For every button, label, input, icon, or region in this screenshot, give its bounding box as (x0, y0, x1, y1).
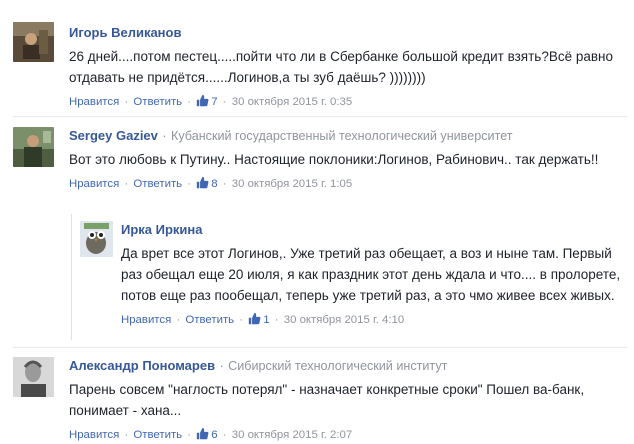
like-button[interactable]: Нравится (69, 96, 119, 108)
avatar[interactable] (13, 22, 54, 62)
separator: · (187, 96, 192, 108)
like-count[interactable]: 1 (248, 312, 273, 326)
separator: · (124, 429, 129, 441)
separator: · (162, 129, 167, 143)
reply-button[interactable]: Ответить (185, 314, 234, 326)
comment-actions: Нравится · Ответить · 6 · 30 октября 201… (69, 427, 628, 443)
reply-button[interactable]: Ответить (133, 96, 182, 108)
like-button[interactable]: Нравится (69, 429, 119, 441)
avatar[interactable] (80, 221, 113, 257)
comment-text: Да врет все этот Логинов,. Уже третий ра… (121, 246, 621, 303)
timestamp[interactable]: 30 октября 2015 г. 2:07 (232, 429, 353, 441)
comment-author[interactable]: Ирка Иркина (121, 222, 203, 237)
like-count[interactable]: 6 (196, 427, 221, 441)
reply-button[interactable]: Ответить (133, 429, 182, 441)
thumbs-up-icon (249, 312, 261, 325)
comment-divider (13, 347, 628, 348)
separator: · (222, 178, 227, 190)
comment-divider (13, 116, 628, 117)
comment-author-line: Sergey Gaziev · Кубанский государственны… (69, 127, 628, 145)
timestamp[interactable]: 30 октября 2015 г. 1:05 (232, 178, 353, 190)
separator: · (187, 178, 192, 190)
avatar[interactable] (13, 127, 54, 167)
author-affiliation[interactable]: Кубанский государственный технологически… (171, 129, 513, 143)
comment-author[interactable]: Александр Пономарев (69, 358, 215, 373)
separator: · (124, 96, 129, 108)
comment-actions: Нравится · Ответить · 7 · 30 октября 201… (69, 94, 628, 110)
like-count[interactable]: 8 (196, 176, 221, 190)
timestamp[interactable]: 30 октября 2015 г. 4:10 (284, 314, 405, 326)
thumbs-up-icon (197, 427, 209, 440)
like-button[interactable]: Нравится (69, 178, 119, 190)
separator: · (222, 96, 227, 108)
author-affiliation[interactable]: Сибирский технологический институт (228, 359, 447, 373)
timestamp[interactable]: 30 октября 2015 г. 0:35 (232, 96, 353, 108)
comment-author-line: Игорь Великанов (69, 24, 628, 42)
separator: · (239, 314, 244, 326)
reply-thread-line (71, 214, 72, 340)
separator: · (219, 359, 224, 373)
like-count[interactable]: 7 (196, 94, 221, 108)
comment-author-line: Ирка Иркина (121, 221, 628, 239)
like-button[interactable]: Нравится (121, 314, 171, 326)
separator: · (222, 429, 227, 441)
comment-text: 26 дней....потом пестец.....пойти что ли… (69, 49, 614, 85)
avatar[interactable] (13, 357, 54, 397)
separator: · (187, 429, 192, 441)
reply-button[interactable]: Ответить (133, 178, 182, 190)
separator: · (274, 314, 279, 326)
comment-text: Парень совсем "наглость потерял" - назна… (69, 382, 585, 418)
comment-author[interactable]: Игорь Великанов (69, 25, 181, 40)
comment-author-line: Александр Пономарев · Сибирский технолог… (69, 357, 628, 375)
thumbs-up-icon (197, 94, 209, 107)
comment-actions: Нравится · Ответить · 8 · 30 октября 201… (69, 176, 628, 192)
comment-author[interactable]: Sergey Gaziev (69, 128, 158, 143)
comment-text: Вот это любовь к Путину.. Настоящие покл… (69, 152, 599, 167)
separator: · (124, 178, 129, 190)
separator: · (176, 314, 181, 326)
comment-actions: Нравится · Ответить · 1 · 30 октября 201… (121, 312, 628, 328)
thumbs-up-icon (197, 176, 209, 189)
